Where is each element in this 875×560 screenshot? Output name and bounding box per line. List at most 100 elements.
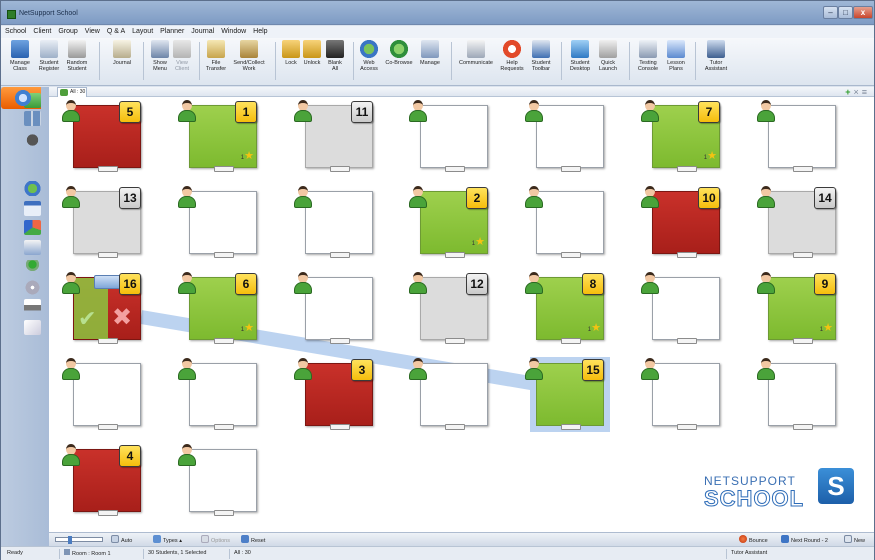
tab-menu-icon[interactable]: ≡ xyxy=(862,87,870,97)
seat-stand xyxy=(98,252,118,258)
student-seat[interactable] xyxy=(305,191,373,258)
next-round-button[interactable]: Next Round - 2 xyxy=(781,535,828,546)
netsupport-school-logo: NETSUPPORT SCHOOL S xyxy=(703,462,854,518)
student-seat[interactable] xyxy=(768,105,836,172)
random-icon xyxy=(68,40,86,58)
zoom-slider[interactable] xyxy=(55,536,103,544)
star-count: 1 xyxy=(240,327,245,333)
options-button[interactable]: Options xyxy=(201,535,230,546)
minimize-button[interactable]: – xyxy=(823,6,838,19)
bounce-button[interactable]: Bounce xyxy=(739,535,768,546)
options-icon xyxy=(201,535,209,543)
unlock-button[interactable]: Unlock xyxy=(302,40,322,66)
calendar-icon[interactable] xyxy=(24,201,41,216)
status-bar: Ready Room : Room 1 30 Students, 1 Selec… xyxy=(1,546,874,560)
check-icon[interactable]: ✔ xyxy=(78,308,96,330)
new-button[interactable]: New xyxy=(844,535,865,546)
reset-button[interactable]: Reset xyxy=(241,535,265,546)
quick-launch-button[interactable]: Quick Launch xyxy=(595,40,621,72)
close-button[interactable]: x xyxy=(853,6,873,19)
star-count: 1 xyxy=(819,327,824,333)
manage-button[interactable]: Manage xyxy=(417,40,443,66)
student-seat[interactable] xyxy=(536,191,604,258)
user-icon[interactable] xyxy=(24,260,41,275)
student-toolbar-button[interactable]: Student Toolbar xyxy=(528,40,554,72)
send-collect-button[interactable]: Send/Collect Work xyxy=(231,40,267,72)
seat-stand xyxy=(214,510,234,516)
communicate-icon xyxy=(467,40,485,58)
file-transfer-button[interactable]: File Transfer xyxy=(203,40,229,72)
menu-window[interactable]: Window xyxy=(217,26,249,37)
cross-icon[interactable]: ✖ xyxy=(112,306,132,330)
seat-number-badge: 13 xyxy=(119,187,141,209)
student-seat[interactable] xyxy=(536,105,604,172)
unlock-icon xyxy=(303,40,321,58)
close-tab-icon[interactable]: × xyxy=(853,87,861,97)
student-avatar-icon xyxy=(408,99,428,123)
help-requests-button[interactable]: Help Requests xyxy=(499,40,525,72)
menu-qa[interactable]: Q & A xyxy=(103,26,128,37)
headphones-icon[interactable] xyxy=(24,131,41,146)
testing-console-button[interactable]: Testing Console xyxy=(635,40,661,72)
globe-icon[interactable] xyxy=(24,181,41,196)
menu-planner[interactable]: Planner xyxy=(156,26,187,37)
student-register-button[interactable]: Student Register xyxy=(36,40,62,72)
student-desktop-button[interactable]: Student Desktop xyxy=(567,40,593,72)
status-tutor-assistant: Tutor Assistant xyxy=(726,549,767,559)
menu-help[interactable]: Help xyxy=(249,26,270,37)
student-avatar-icon xyxy=(524,99,544,123)
line-chart-icon[interactable] xyxy=(24,320,41,335)
lesson-plans-button[interactable]: Lesson Plans xyxy=(663,40,689,72)
student-avatar-icon xyxy=(640,357,660,381)
zoom-slider-thumb[interactable] xyxy=(68,536,72,544)
next-round-icon xyxy=(781,535,789,543)
student-seat[interactable] xyxy=(420,105,488,172)
student-seat[interactable] xyxy=(652,277,720,344)
star-icon: 1★ xyxy=(703,150,717,162)
maximize-button[interactable]: □ xyxy=(838,6,853,19)
pie-chart-icon[interactable] xyxy=(24,220,41,235)
student-seat[interactable] xyxy=(420,363,488,430)
menu-group[interactable]: Group xyxy=(54,26,80,37)
keyboard-icon[interactable] xyxy=(24,299,41,314)
student-seat[interactable] xyxy=(73,363,141,430)
blank-all-button[interactable]: Blank All xyxy=(324,40,346,72)
menu-journal[interactable]: Journal xyxy=(187,26,217,37)
types-button[interactable]: Types ▴ xyxy=(153,535,182,546)
menu-school[interactable]: School xyxy=(1,26,29,37)
tab-all[interactable]: All : 30 xyxy=(57,87,87,97)
manage-class-button[interactable]: Manage Class xyxy=(7,40,33,72)
student-seat[interactable] xyxy=(652,363,720,430)
thumbnail-view-icon[interactable] xyxy=(24,111,41,126)
student-avatar-icon xyxy=(524,185,544,209)
seat-stand xyxy=(445,166,465,172)
student-seat[interactable] xyxy=(305,277,373,344)
toolbar-divider xyxy=(629,42,630,80)
student-seat[interactable] xyxy=(189,449,257,516)
seat-number-badge: 1 xyxy=(235,101,257,123)
printer-icon[interactable] xyxy=(24,240,41,255)
auto-button[interactable]: Auto xyxy=(111,535,132,546)
monitor-icon xyxy=(151,40,169,58)
student-avatar-icon xyxy=(756,357,776,381)
menu-client[interactable]: Client xyxy=(29,26,54,37)
lock-button[interactable]: Lock xyxy=(281,40,301,66)
student-seat[interactable] xyxy=(768,363,836,430)
co-browse-button[interactable]: Co-Browse xyxy=(383,40,415,66)
communicate-button[interactable]: Communicate xyxy=(457,40,495,66)
random-student-button[interactable]: Random Student xyxy=(64,40,90,72)
view-button[interactable]: View Client xyxy=(169,40,195,72)
disc-icon[interactable] xyxy=(24,280,41,295)
student-seat[interactable] xyxy=(189,363,257,430)
folder-icon xyxy=(207,40,225,58)
tutor-assistant-button[interactable]: Tutor Assistant xyxy=(701,40,731,72)
menu-layout[interactable]: Layout xyxy=(128,26,156,37)
student-avatar-icon xyxy=(408,357,428,381)
menu-view[interactable]: View xyxy=(81,26,103,37)
journal-icon xyxy=(113,40,131,58)
bounce-icon xyxy=(739,535,747,543)
student-seat[interactable] xyxy=(189,191,257,258)
seat-number-badge: 2 xyxy=(466,187,488,209)
web-access-button[interactable]: Web Access xyxy=(357,40,381,72)
journal-button[interactable]: Journal xyxy=(109,40,135,66)
